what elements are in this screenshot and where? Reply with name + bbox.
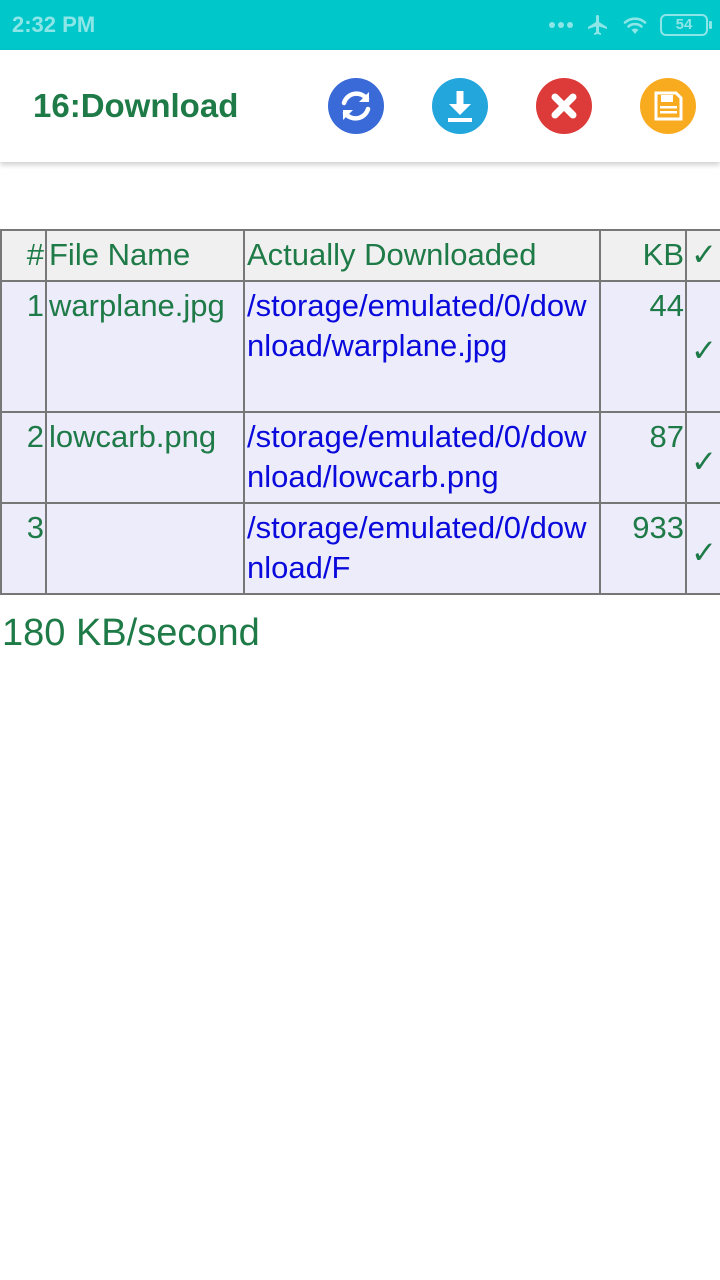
page-title: 16:Download <box>33 87 239 124</box>
status-icons: 54 <box>548 12 712 38</box>
header-file-name: File Name <box>45 229 245 282</box>
app-bar: 16:Download <box>0 50 720 162</box>
header-number: # <box>0 229 47 282</box>
wifi-icon <box>622 14 648 36</box>
more-dots-icon <box>548 21 574 29</box>
row-size-kb: 44 <box>599 280 687 413</box>
refresh-icon <box>341 91 371 121</box>
row-check-mark: ✓ <box>685 280 720 413</box>
table-row[interactable]: 1 warplane.jpg /storage/emulated/0/downl… <box>0 280 720 413</box>
row-size-kb: 87 <box>599 411 687 504</box>
refresh-button[interactable] <box>328 78 384 134</box>
row-number: 1 <box>0 280 47 413</box>
row-size-kb: 933 <box>599 502 687 595</box>
save-icon <box>654 91 683 121</box>
download-speed: 180 KB/second <box>2 612 260 654</box>
download-button[interactable] <box>432 78 488 134</box>
row-check-mark: ✓ <box>685 411 720 504</box>
save-button[interactable] <box>640 78 696 134</box>
table-header-row: # File Name Actually Downloaded KB ✓ <box>0 229 720 282</box>
cancel-button[interactable] <box>536 78 592 134</box>
header-actually-downloaded: Actually Downloaded <box>243 229 601 282</box>
airplane-icon <box>586 13 610 37</box>
table-row[interactable]: 2 lowcarb.png /storage/emulated/0/downlo… <box>0 411 720 504</box>
row-number: 2 <box>0 411 47 504</box>
header-kb: KB <box>599 229 687 282</box>
download-icon <box>448 91 472 122</box>
row-downloaded-path: /storage/emulated/0/download/warplane.jp… <box>243 280 601 413</box>
status-time: 2:32 PM <box>12 12 96 37</box>
row-downloaded-path: /storage/emulated/0/download/lowcarb.png <box>243 411 601 504</box>
battery-icon: 54 <box>660 14 712 36</box>
row-check-mark: ✓ <box>685 502 720 595</box>
download-table: # File Name Actually Downloaded KB ✓ 1 w… <box>0 229 720 595</box>
row-file-name: warplane.jpg <box>45 280 245 413</box>
row-number: 3 <box>0 502 47 595</box>
cancel-icon <box>551 93 577 119</box>
row-file-name: lowcarb.png <box>45 411 245 504</box>
header-check: ✓ <box>685 229 720 282</box>
row-downloaded-path: /storage/emulated/0/download/F <box>243 502 601 595</box>
table-row[interactable]: 3 /storage/emulated/0/download/F 933 ✓ <box>0 502 720 595</box>
status-bar: 2:32 PM 54 <box>0 0 720 50</box>
row-file-name <box>45 502 245 595</box>
